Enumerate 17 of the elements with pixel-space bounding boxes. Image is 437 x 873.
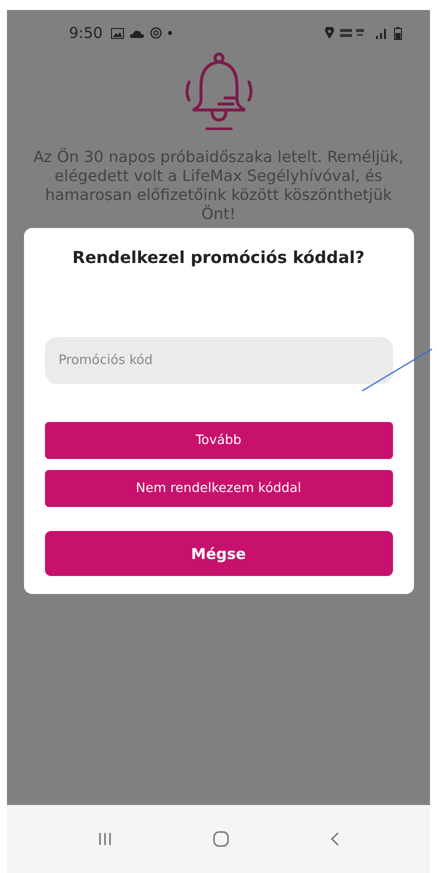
signal-icon <box>376 28 388 38</box>
recent-apps-icon[interactable] <box>98 833 112 845</box>
gallery-icon <box>110 28 124 38</box>
location-icon <box>325 27 334 39</box>
dialog-button[interactable]: Tovább <box>44 422 392 459</box>
leader-line <box>362 348 432 392</box>
status-time: 9:50 <box>69 24 103 42</box>
back-icon[interactable] <box>330 832 340 846</box>
promo-code-field[interactable]: Promóciós kód <box>44 337 392 384</box>
battery-icon <box>394 26 402 40</box>
dialog-button[interactable]: Mégse <box>44 531 392 576</box>
home-icon[interactable] <box>212 831 229 847</box>
expiry-message: Az Ön 30 napos próbaidőszaka letelt. Reméljük, elégedett volt a LifeMax Segélyhívóval, és hamarosan előfizetőink között köszönthetjük Önt! <box>32 148 405 224</box>
dialog-title: Rendelkezel promóciós kóddal? <box>71 248 366 267</box>
cloud-icon <box>130 28 144 38</box>
dot-icon <box>168 31 172 35</box>
dialog-button[interactable]: Nem rendelkezem kóddal <box>44 470 392 507</box>
